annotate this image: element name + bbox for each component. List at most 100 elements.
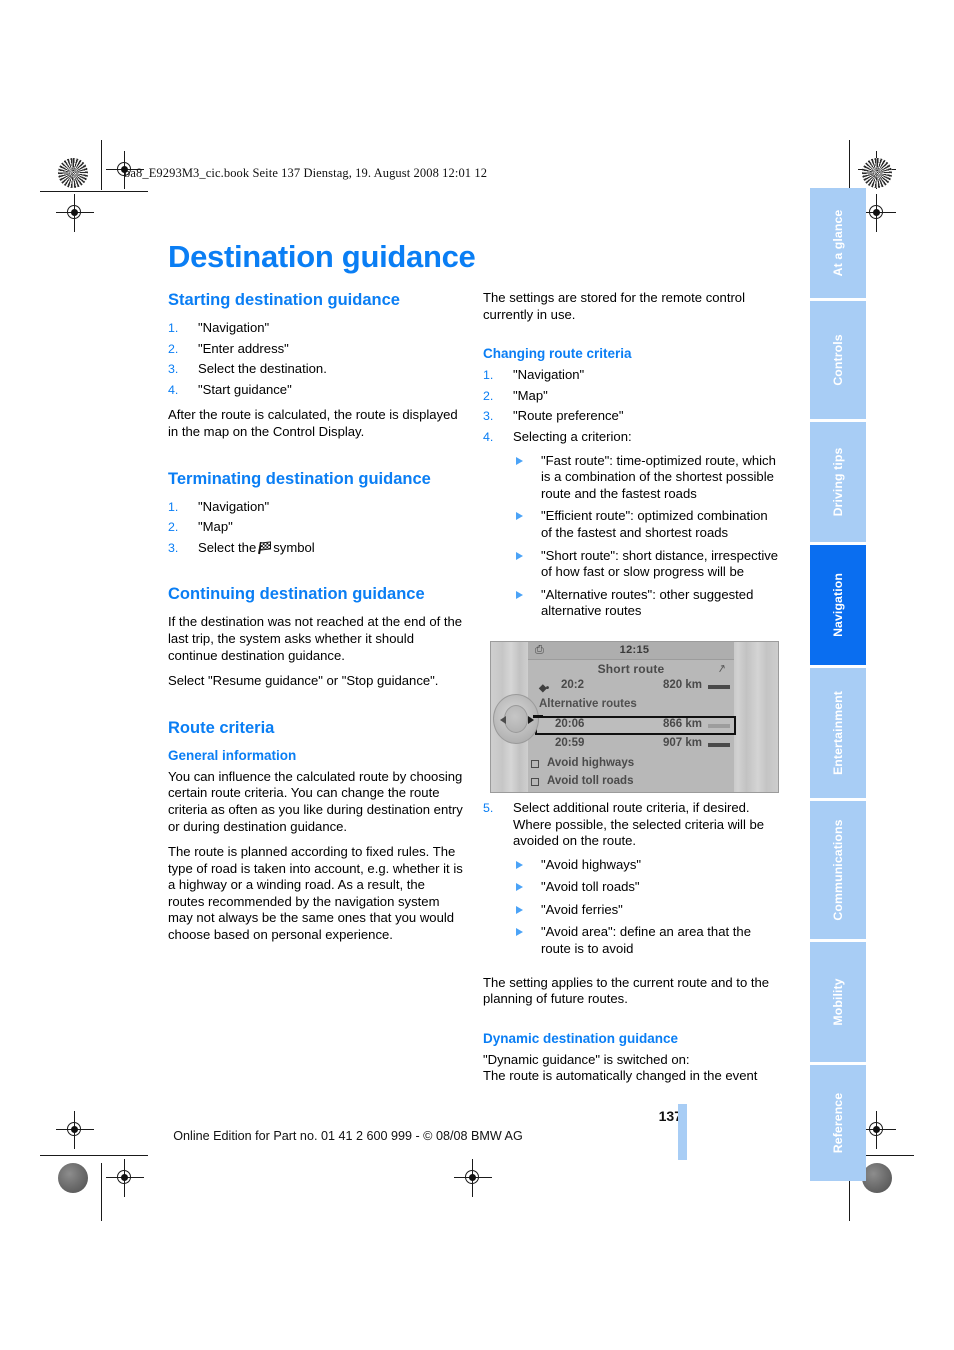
page-title: Destination guidance: [168, 238, 476, 274]
alternative-route-row-1[interactable]: 20:06 866 km: [539, 718, 730, 735]
paragraph-general-1: You can influence the calculated route b…: [168, 768, 463, 834]
tab-mobility[interactable]: Mobility: [810, 942, 866, 1062]
criterion-text: "Fast route": time-optimized route, whic…: [541, 452, 776, 501]
halftone-solid-target-bottom-left: [58, 1163, 88, 1193]
triangle-bullet-icon: [516, 512, 523, 521]
heading-starting-destination-guidance: Starting destination guidance: [168, 291, 400, 309]
triangle-bullet-icon: [516, 905, 523, 914]
list-item: "Efficient route": optimized combination…: [513, 508, 779, 541]
tab-label: Mobility: [831, 978, 845, 1026]
step-number: 1.: [168, 499, 179, 514]
checkbox-label: Avoid toll roads: [547, 775, 634, 787]
step-text: "Navigation": [198, 498, 270, 514]
checkbox-avoid-highways[interactable]: Avoid highways: [531, 757, 635, 769]
tab-driving-tips[interactable]: Driving tips: [810, 422, 866, 542]
paragraph-dynamic-2: The route is automatically changed in th…: [483, 1068, 758, 1084]
step-text: "Route preference": [513, 408, 624, 424]
list-item: 3. "Route preference": [483, 408, 779, 425]
step-text: "Enter address": [198, 340, 289, 356]
list-item: "Avoid highways": [513, 857, 779, 874]
step-number: 2.: [483, 388, 494, 403]
list-item: "Avoid toll roads": [513, 879, 779, 896]
tab-reference[interactable]: Reference: [810, 1065, 866, 1181]
tab-label: Controls: [831, 334, 845, 386]
step-text: Select the destination.: [198, 361, 327, 377]
avoid-option-text: "Avoid highways": [541, 856, 642, 872]
chapter-tab-rail: At a glance Controls Driving tips Naviga…: [810, 188, 866, 1184]
checkbox-icon: [531, 759, 539, 768]
registration-mark-bottom-left: [106, 1159, 144, 1197]
avoid-option-text: "Avoid ferries": [541, 901, 623, 917]
list-item: 2. "Map": [168, 519, 464, 536]
list-item: "Alternative routes": other suggested al…: [513, 587, 779, 620]
avoid-option-text: "Avoid area": define an area that the ro…: [541, 924, 751, 957]
crop-line-bottom-left-vertical: [101, 1163, 103, 1221]
step-number: 4.: [483, 429, 494, 444]
tab-label: At a glance: [831, 209, 845, 277]
paragraph-starting-result: After the route is calculated, the route…: [168, 407, 458, 439]
alternative-route-row-2[interactable]: 20:59 907 km: [539, 737, 730, 754]
step-number: 1.: [168, 321, 179, 335]
idrive-menu-title: Short route: [597, 662, 665, 676]
tab-label: Reference: [831, 1092, 845, 1154]
tab-at-a-glance[interactable]: At a glance: [810, 188, 866, 298]
list-item: "Fast route": time-optimized route, whic…: [513, 453, 779, 503]
crop-line-top-left-vertical: [101, 140, 103, 190]
checkbox-label: Avoid highways: [547, 757, 635, 769]
heading-general-information: General information: [168, 747, 297, 763]
current-route-distance: 820 km: [662, 679, 702, 691]
tab-label: Communications: [831, 819, 845, 921]
criterion-text: "Efficient route": optimized combination…: [541, 508, 768, 540]
step-number: 5.: [483, 800, 494, 815]
step-text: "Map": [513, 387, 548, 403]
steps-changing-route-criteria: 1. "Navigation" 2. "Map" 3. "Route preferen…: [483, 367, 779, 620]
step-text-suffix: symbol: [273, 539, 315, 555]
alternative-route-time: 20:59: [555, 737, 585, 749]
halftone-star-target-top-left: [58, 158, 88, 188]
step-number: 4.: [168, 382, 179, 397]
tab-controls[interactable]: Controls: [810, 301, 866, 419]
list-item: "Avoid ferries": [513, 902, 779, 919]
step-number: 2.: [168, 520, 179, 535]
step-text: "Start guidance": [198, 381, 292, 397]
step-number: 3.: [483, 409, 494, 424]
step-text: "Navigation": [198, 320, 270, 335]
step-text: Select additional route criteria, if des…: [513, 799, 765, 849]
steps-additional-criteria: 5. Select additional route criteria, if …: [483, 800, 779, 958]
tab-label: Driving tips: [831, 447, 845, 517]
steps-terminating-destination-guidance: 1. "Navigation" 2. "Map" 3. Select the symb…: [168, 499, 464, 557]
list-item: 1. "Navigation": [483, 367, 779, 384]
list-item: 1. "Navigation": [168, 320, 464, 337]
checkbox-icon: [531, 777, 539, 786]
heading-dynamic-destination-guidance: Dynamic destination guidance: [483, 1030, 679, 1046]
route-length-bar: [708, 685, 730, 689]
alternative-route-distance: 907 km: [662, 737, 702, 749]
triangle-bullet-icon: [516, 551, 523, 560]
tab-navigation[interactable]: Navigation: [810, 545, 866, 665]
list-item: 3. Select the destination.: [168, 361, 464, 378]
paragraph-continuing-1: If the destination was not reached at th…: [168, 614, 463, 663]
heading-changing-route-criteria: Changing route criteria: [483, 346, 632, 362]
list-item: 3. Select the symbol: [168, 540, 464, 557]
registration-mark-left-upper: [56, 194, 94, 232]
list-item: 4. "Start guidance": [168, 382, 464, 399]
steps-starting-destination-guidance: 1. "Navigation" 2. "Enter address" 3. Selec…: [168, 320, 464, 398]
step-text: Selecting a criterion:: [513, 428, 632, 444]
tab-entertainment[interactable]: Entertainment: [810, 668, 866, 798]
triangle-bullet-icon: [516, 860, 523, 869]
paragraph-continuing-2: Select "Resume guidance" or "Stop guidan…: [168, 673, 439, 689]
criterion-text: "Alternative routes": other suggested al…: [541, 586, 754, 619]
registration-mark-bottom-center: [454, 1159, 492, 1197]
criterion-text: "Short route": short distance, irrespect…: [541, 547, 779, 580]
paragraph-dynamic-1: "Dynamic guidance" is switched on:: [483, 1051, 690, 1067]
triangle-bullet-icon: [516, 928, 523, 937]
tab-communications[interactable]: Communications: [810, 801, 866, 939]
footer-copyright-note: Online Edition for Part no. 01 41 2 600 …: [173, 1129, 523, 1143]
checkbox-avoid-toll-roads[interactable]: Avoid toll roads: [531, 775, 634, 787]
paragraph-settings-stored: The settings are stored for the remote c…: [483, 290, 746, 322]
halftone-star-target-top-right: [862, 158, 892, 188]
heading-route-criteria: Route criteria: [168, 718, 275, 737]
list-avoid-options: "Avoid highways" "Avoid toll roads" "Avo…: [513, 857, 779, 958]
idrive-controller-knob-icon: [493, 694, 539, 744]
running-head: ba8_E9293M3_cic.book Seite 137 Dienstag,…: [124, 166, 488, 180]
